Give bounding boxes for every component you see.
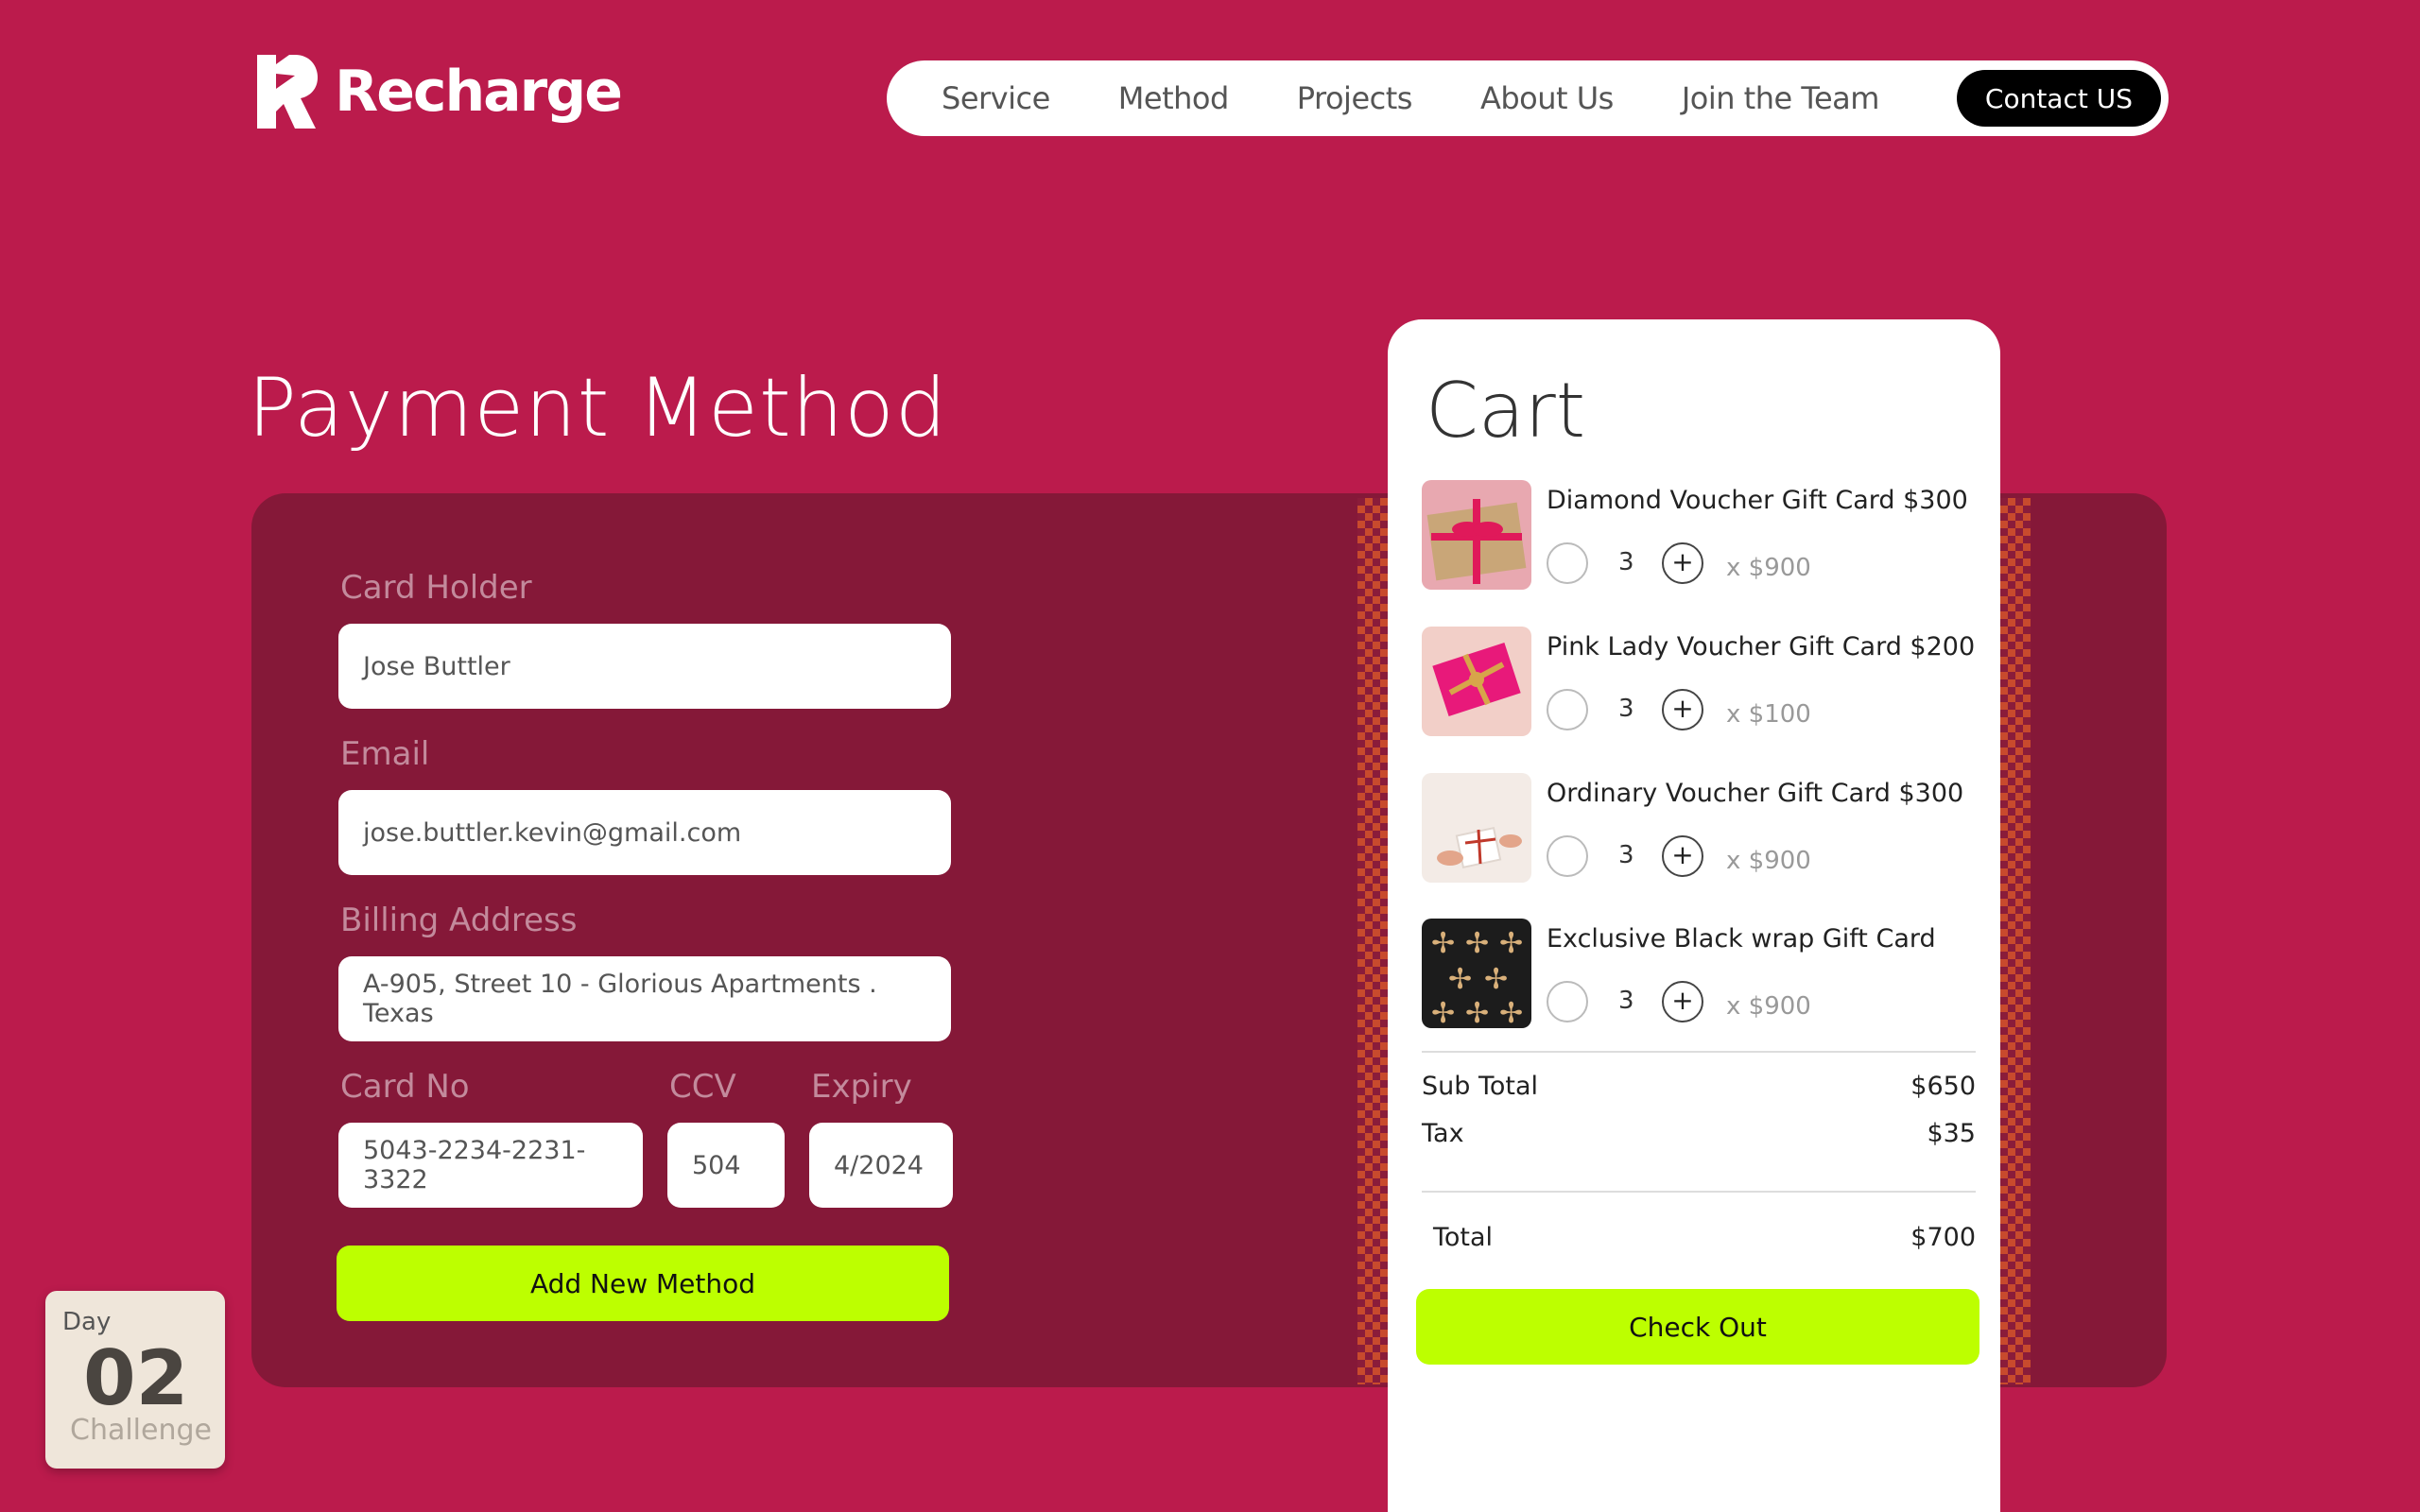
cart-item-name: Ordinary Voucher Gift Card $300 <box>1547 779 1964 808</box>
subtotal-label: Sub Total <box>1422 1072 1539 1101</box>
tax-row: Tax $35 <box>1422 1119 1976 1148</box>
brand-logo[interactable]: Recharge <box>257 55 623 129</box>
item-price: x $100 <box>1726 700 1811 729</box>
day-label: Day <box>62 1308 112 1336</box>
nav-service[interactable]: Service <box>942 80 1050 116</box>
svg-text:✢: ✢ <box>1484 963 1508 996</box>
svg-text:✢: ✢ <box>1465 927 1489 960</box>
subtotal-value: $650 <box>1910 1072 1976 1101</box>
contact-button[interactable]: Contact US <box>1956 70 2161 127</box>
svg-text:✢: ✢ <box>1499 927 1523 960</box>
day-number: 02 <box>83 1334 189 1422</box>
item-price: x $900 <box>1726 847 1811 875</box>
email-input[interactable]: jose.buttler.kevin@gmail.com <box>338 790 951 875</box>
cart-item: Diamond Voucher Gift Card $300 3 + x $90… <box>1422 480 1970 593</box>
item-quantity: 3 <box>1618 841 1634 869</box>
tax-label: Tax <box>1422 1119 1464 1148</box>
email-label: Email <box>340 735 430 773</box>
gift-thumbnail <box>1422 773 1531 883</box>
add-new-method-button[interactable]: Add New Method <box>337 1246 949 1321</box>
item-select-checkbox[interactable] <box>1547 689 1588 730</box>
top-nav: Service Method Projects About Us Join th… <box>887 60 2169 136</box>
total-value: $700 <box>1910 1223 1976 1252</box>
cart-panel: Cart Diamond Voucher Gift Card $300 3 + … <box>1388 319 2000 1512</box>
svg-text:✢: ✢ <box>1431 927 1455 960</box>
nav-about-us[interactable]: About Us <box>1480 80 1614 116</box>
card-no-label: Card No <box>340 1068 470 1106</box>
gift-thumbnail <box>1422 480 1531 590</box>
subtotal-row: Sub Total $650 <box>1422 1072 1976 1101</box>
item-price: x $900 <box>1726 554 1811 582</box>
nav-join-team[interactable]: Join the Team <box>1682 80 1880 116</box>
svg-text:✢: ✢ <box>1465 997 1489 1028</box>
plus-icon[interactable]: + <box>1662 835 1703 877</box>
challenge-label: Challenge <box>70 1414 212 1447</box>
gift-thumbnail: ✢ ✢ ✢ ✢ ✢ ✢ ✢ ✢ <box>1422 919 1531 1028</box>
cart-item-name: Exclusive Black wrap Gift Card <box>1547 924 1936 954</box>
ccv-label: CCV <box>669 1068 736 1106</box>
checkout-button[interactable]: Check Out <box>1416 1289 1979 1365</box>
svg-text:✢: ✢ <box>1499 997 1523 1028</box>
billing-address-label: Billing Address <box>340 902 578 939</box>
cart-item-name: Diamond Voucher Gift Card $300 <box>1547 486 1968 515</box>
svg-text:✢: ✢ <box>1431 997 1455 1028</box>
item-quantity: 3 <box>1618 987 1634 1015</box>
card-holder-input[interactable]: Jose Buttler <box>338 624 951 709</box>
expiry-label: Expiry <box>811 1068 912 1106</box>
ccv-input[interactable]: 504 <box>667 1123 785 1208</box>
item-select-checkbox[interactable] <box>1547 542 1588 584</box>
cart-item: Pink Lady Voucher Gift Card $200 3 + x $… <box>1422 627 1975 740</box>
item-quantity: 3 <box>1618 695 1634 723</box>
nav-method[interactable]: Method <box>1118 80 1230 116</box>
cart-title: Cart <box>1426 367 1586 455</box>
plus-icon[interactable]: + <box>1662 542 1703 584</box>
nav-projects[interactable]: Projects <box>1297 80 1413 116</box>
recharge-logo-icon <box>257 55 318 129</box>
brand-name: Recharge <box>335 59 623 125</box>
expiry-input[interactable]: 4/2024 <box>809 1123 953 1208</box>
cart-item: Ordinary Voucher Gift Card $300 3 + x $9… <box>1422 773 1970 886</box>
cart-item-name: Pink Lady Voucher Gift Card $200 <box>1547 632 1976 662</box>
item-select-checkbox[interactable] <box>1547 835 1588 877</box>
cart-item: ✢ ✢ ✢ ✢ ✢ ✢ ✢ ✢ Exclusive Black wrap Gif… <box>1422 919 1970 1032</box>
tax-value: $35 <box>1927 1119 1976 1148</box>
divider <box>1422 1051 1976 1053</box>
svg-text:✢: ✢ <box>1448 963 1472 996</box>
checker-strip-left <box>1357 498 1388 1384</box>
day-challenge-badge: Day 02 Challenge <box>45 1291 225 1469</box>
plus-icon[interactable]: + <box>1662 981 1703 1022</box>
item-select-checkbox[interactable] <box>1547 981 1588 1022</box>
divider <box>1422 1191 1976 1193</box>
plus-icon[interactable]: + <box>1662 689 1703 730</box>
gift-thumbnail <box>1422 627 1531 736</box>
billing-address-input[interactable]: A-905, Street 10 - Glorious Apartments .… <box>338 956 951 1041</box>
checker-strip-right <box>2000 498 2031 1384</box>
total-row: Total $700 <box>1422 1223 1976 1252</box>
page-title: Payment Method <box>248 361 948 455</box>
total-label: Total <box>1433 1223 1494 1252</box>
item-price: x $900 <box>1726 992 1811 1021</box>
item-quantity: 3 <box>1618 548 1634 576</box>
card-holder-label: Card Holder <box>340 569 532 607</box>
card-no-input[interactable]: 5043-2234-2231-3322 <box>338 1123 643 1208</box>
